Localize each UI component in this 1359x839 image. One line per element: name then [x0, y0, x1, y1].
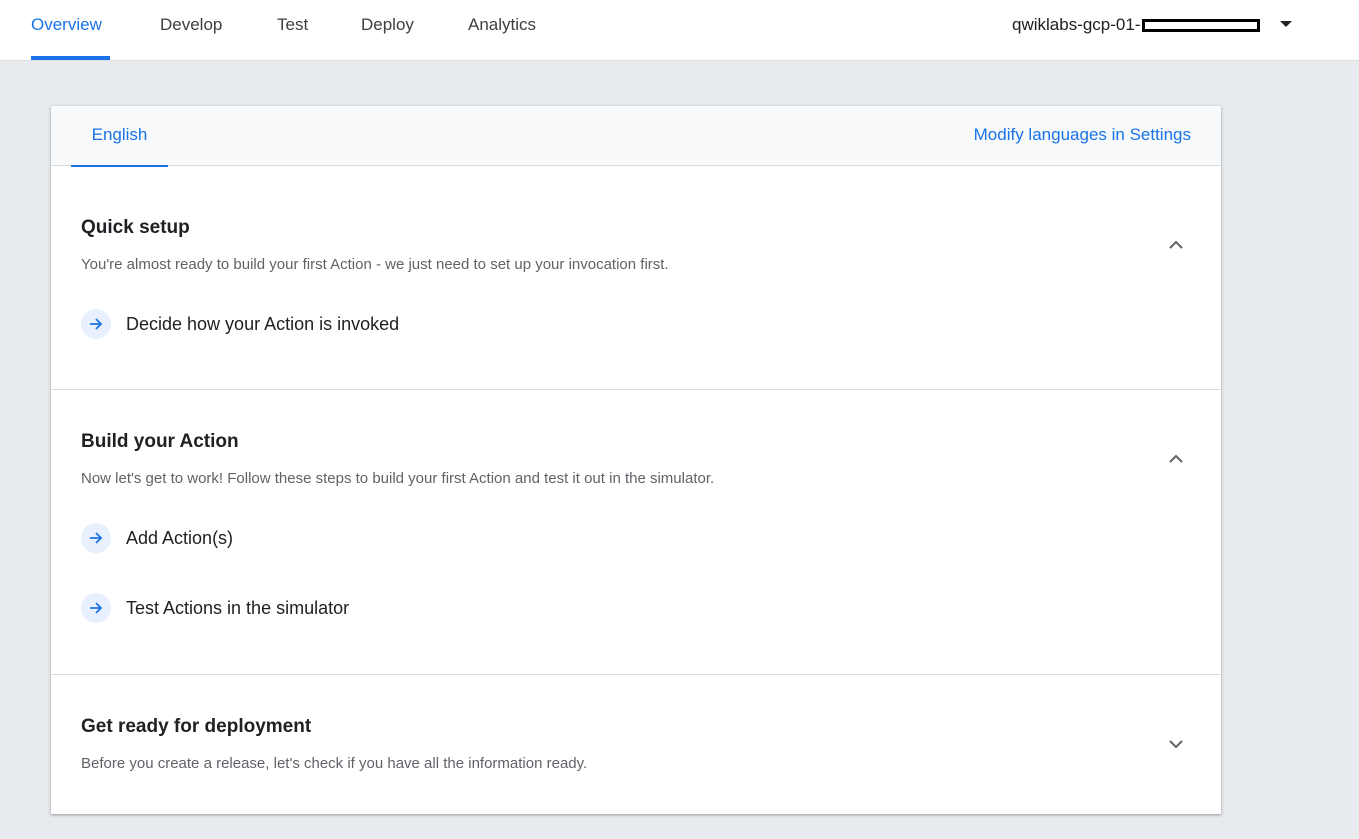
section-description: You're almost ready to build your first …	[81, 256, 669, 273]
caret-down-icon[interactable]	[1280, 21, 1292, 27]
section-deployment: Get ready for deployment Before you crea…	[51, 675, 1221, 814]
arrow-right-icon	[81, 309, 111, 339]
project-name: qwiklabs-gcp-01-	[1012, 15, 1141, 34]
step-label: Decide how your Action is invoked	[126, 313, 400, 334]
section-build-action: Build your Action Now let's get to work!…	[51, 390, 1221, 675]
arrow-right-icon	[81, 523, 111, 553]
chevron-up-icon[interactable]	[1168, 237, 1184, 253]
step-test-simulator[interactable]: Test Actions in the simulator	[81, 593, 349, 623]
step-decide-invocation[interactable]: Decide how your Action is invoked	[81, 309, 399, 339]
chevron-down-icon[interactable]	[1168, 736, 1184, 752]
step-label: Test Actions in the simulator	[126, 597, 350, 618]
tab-develop[interactable]: Develop	[160, 0, 222, 60]
section-description: Before you create a release, let's check…	[81, 755, 588, 772]
arrow-right-icon	[81, 593, 111, 623]
overview-card: English Modify languages in Settings Qui…	[51, 106, 1221, 814]
step-add-actions[interactable]: Add Action(s)	[81, 523, 233, 553]
redacted-project-id	[1141, 18, 1260, 32]
project-selector[interactable]: qwiklabs-gcp-01-	[1012, 14, 1260, 36]
tab-test[interactable]: Test	[277, 0, 308, 60]
chevron-up-icon[interactable]	[1168, 451, 1184, 467]
section-title: Quick setup	[81, 217, 190, 238]
section-description: Now let's get to work! Follow these step…	[81, 470, 715, 487]
modify-languages-link[interactable]: Modify languages in Settings	[974, 125, 1191, 145]
step-label: Add Action(s)	[126, 527, 234, 548]
tab-deploy[interactable]: Deploy	[361, 0, 414, 60]
section-quick-setup: Quick setup You're almost ready to build…	[51, 166, 1221, 390]
section-title: Build your Action	[81, 431, 239, 452]
top-nav-bar: Overview Develop Test Deploy Analytics q…	[0, 0, 1359, 61]
section-title: Get ready for deployment	[81, 716, 312, 737]
tab-overview[interactable]: Overview	[31, 0, 110, 60]
tab-analytics[interactable]: Analytics	[468, 0, 536, 60]
language-tabs-header: English Modify languages in Settings	[51, 106, 1221, 167]
tab-language-english[interactable]: English	[71, 106, 168, 167]
